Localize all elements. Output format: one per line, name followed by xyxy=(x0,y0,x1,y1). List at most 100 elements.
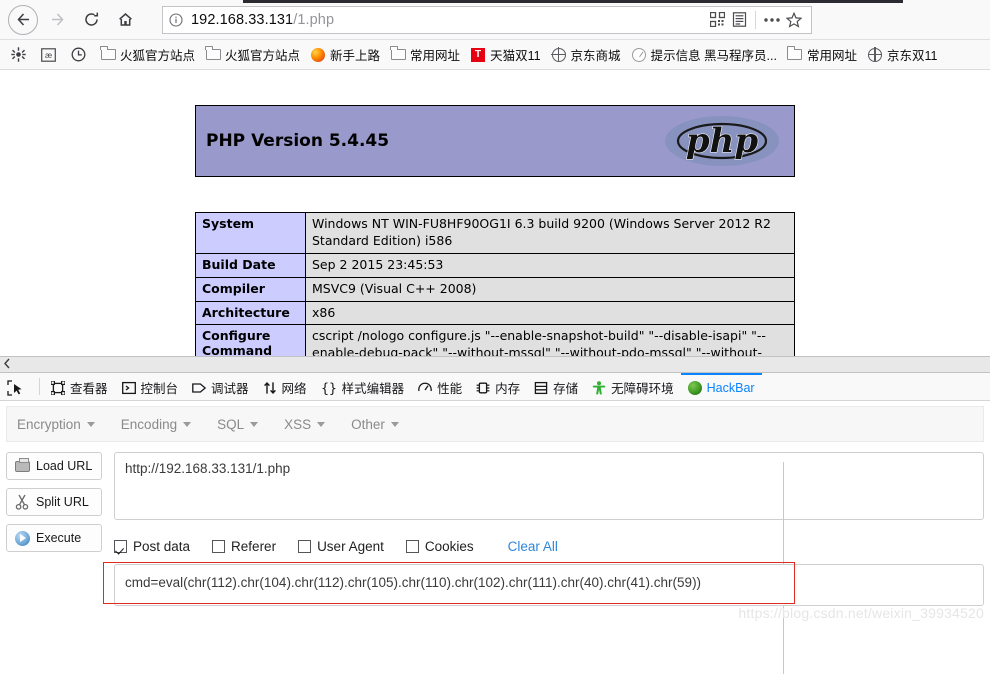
menu-xss[interactable]: XSS xyxy=(284,416,326,432)
row-value: Windows NT WIN-FU8HF90OG1I 6.3 build 920… xyxy=(305,212,795,254)
post-data-input[interactable] xyxy=(114,564,984,606)
checkbox-label: User Agent xyxy=(317,539,384,554)
tab-debugger[interactable]: 调试器 xyxy=(185,373,256,400)
hackbar-options: Post data Referer User Agent Cookies Cle… xyxy=(114,539,984,554)
menu-sql[interactable]: SQL xyxy=(217,416,259,432)
url-input[interactable] xyxy=(114,452,984,520)
menu-encryption[interactable]: Encryption xyxy=(17,417,95,432)
svg-text:php: php xyxy=(686,121,758,161)
info-circle-icon[interactable] xyxy=(169,12,183,27)
table-row: Compiler MSVC9 (Visual C++ 2008) xyxy=(195,276,795,302)
console-icon xyxy=(121,381,136,395)
arrow-right-icon xyxy=(49,11,66,28)
arrow-left-icon xyxy=(15,11,32,28)
tab-label: 内存 xyxy=(495,382,521,396)
referer-checkbox[interactable]: Referer xyxy=(212,539,276,554)
button-label: Load URL xyxy=(36,459,93,473)
phpinfo-header: PHP Version 5.4.45 php xyxy=(195,105,795,177)
tab-accessibility[interactable]: 无障碍环境 xyxy=(585,373,681,400)
qr-code-icon[interactable] xyxy=(706,9,728,31)
firefox-icon xyxy=(310,47,326,63)
chevron-down-icon xyxy=(183,421,192,427)
hackbar-icon xyxy=(687,380,702,395)
home-button[interactable] xyxy=(110,5,140,35)
devtools-tabbar: 查看器 控制台 调试器 网络 {} 样式编辑器 性能 内存 存储 无障碍环境 H… xyxy=(0,373,990,401)
bookmark-label: 常用网址 xyxy=(806,49,857,63)
tab-hackbar[interactable]: HackBar xyxy=(680,373,762,400)
checkbox-box xyxy=(405,540,419,553)
gear-icon xyxy=(10,47,26,63)
phpinfo-report: PHP Version 5.4.45 php System Windows NT… xyxy=(195,105,795,356)
bookmark-tmall[interactable]: T 天猫双11 xyxy=(466,44,544,66)
user-agent-checkbox[interactable]: User Agent xyxy=(298,539,384,554)
compass-icon xyxy=(631,47,647,63)
tab-performance[interactable]: 性能 xyxy=(411,373,469,400)
bookmark-jd-mall[interactable]: 京东商城 xyxy=(547,44,625,66)
cookies-checkbox[interactable]: Cookies xyxy=(405,539,474,554)
table-row: System Windows NT WIN-FU8HF90OG1I 6.3 bu… xyxy=(195,212,795,254)
bookmark-folder-common-sites-2[interactable]: 常用网址 xyxy=(783,44,861,66)
load-url-button[interactable]: Load URL xyxy=(6,452,102,480)
reload-button[interactable] xyxy=(76,5,106,35)
bookmark-label: 火狐官方站点 xyxy=(120,49,196,63)
devtools-splitter[interactable] xyxy=(0,357,990,373)
button-label: Execute xyxy=(36,531,82,545)
split-url-button[interactable]: Split URL xyxy=(6,488,102,516)
url-text: 192.168.33.131/1.php xyxy=(191,12,706,28)
menu-label: XSS xyxy=(284,416,312,432)
element-picker-button[interactable] xyxy=(0,373,35,400)
storage-icon xyxy=(534,381,548,395)
style-editor-icon: {} xyxy=(321,381,337,395)
post-data-checkbox[interactable]: Post data xyxy=(114,539,190,554)
forward-button[interactable] xyxy=(42,5,72,35)
button-label: Split URL xyxy=(36,495,89,509)
star-icon[interactable] xyxy=(783,9,805,31)
bookmark-folder-common-sites-1[interactable]: 常用网址 xyxy=(386,44,464,66)
checkbox-label: Referer xyxy=(231,539,277,554)
url-bar[interactable]: 192.168.33.131/1.php xyxy=(162,5,812,34)
hackbar-actions: Load URL Split URL Execute xyxy=(6,452,102,611)
bookmark-gear[interactable] xyxy=(6,44,34,66)
performance-icon xyxy=(418,381,432,395)
tab-inspector[interactable]: 查看器 xyxy=(44,373,115,400)
tab-style-editor[interactable]: {} 样式编辑器 xyxy=(314,373,412,400)
bookmark-getting-started[interactable]: 新手上路 xyxy=(306,44,384,66)
tab-label: 调试器 xyxy=(211,382,249,396)
bookmark-app[interactable]: æ xyxy=(36,44,64,66)
hackbar-menubar: Encryption Encoding SQL XSS Other xyxy=(6,406,984,442)
tab-label: 性能 xyxy=(437,382,463,396)
reader-mode-icon[interactable] xyxy=(728,9,750,31)
globe-icon xyxy=(551,47,567,63)
back-button[interactable] xyxy=(8,4,38,35)
bookmark-tip-info[interactable]: 提示信息 黑马程序员... xyxy=(627,44,781,66)
menu-encoding[interactable]: Encoding xyxy=(121,417,192,432)
bookmark-label: 常用网址 xyxy=(410,49,461,63)
tab-label: 存储 xyxy=(553,382,579,396)
network-icon xyxy=(263,381,277,395)
tab-label: 样式编辑器 xyxy=(341,382,405,396)
chevron-left-icon[interactable] xyxy=(3,358,12,372)
clear-all-link[interactable]: Clear All xyxy=(508,539,558,554)
bookmark-folder-firefox-official-1[interactable]: 火狐官方站点 xyxy=(96,44,199,66)
execute-button[interactable]: Execute xyxy=(6,524,102,552)
tab-storage[interactable]: 存储 xyxy=(527,373,585,400)
ellipsis-icon[interactable] xyxy=(761,9,783,31)
tab-memory[interactable]: 内存 xyxy=(469,373,527,400)
bookmark-jd-double11[interactable]: 京东双11 xyxy=(863,44,941,66)
chevron-down-icon xyxy=(390,421,399,427)
table-row: Configure Command cscript /nologo config… xyxy=(195,324,795,356)
menu-other[interactable]: Other xyxy=(351,417,399,432)
tab-console[interactable]: 控制台 xyxy=(115,373,186,400)
row-value: MSVC9 (Visual C++ 2008) xyxy=(305,276,795,302)
bookmark-folder-firefox-official-2[interactable]: 火狐官方站点 xyxy=(201,44,304,66)
row-key: Build Date xyxy=(195,252,306,278)
menu-label: SQL xyxy=(217,416,245,432)
menu-label: Other xyxy=(351,416,385,432)
devtools-panel: 查看器 控制台 调试器 网络 {} 样式编辑器 性能 内存 存储 无障碍环境 H… xyxy=(0,356,990,674)
chevron-down-icon xyxy=(86,421,95,427)
checkbox-label: Cookies xyxy=(424,539,474,554)
bookmark-history[interactable] xyxy=(66,44,94,66)
debugger-icon xyxy=(192,381,207,395)
checkbox-box xyxy=(114,540,127,553)
tab-network[interactable]: 网络 xyxy=(256,373,314,400)
